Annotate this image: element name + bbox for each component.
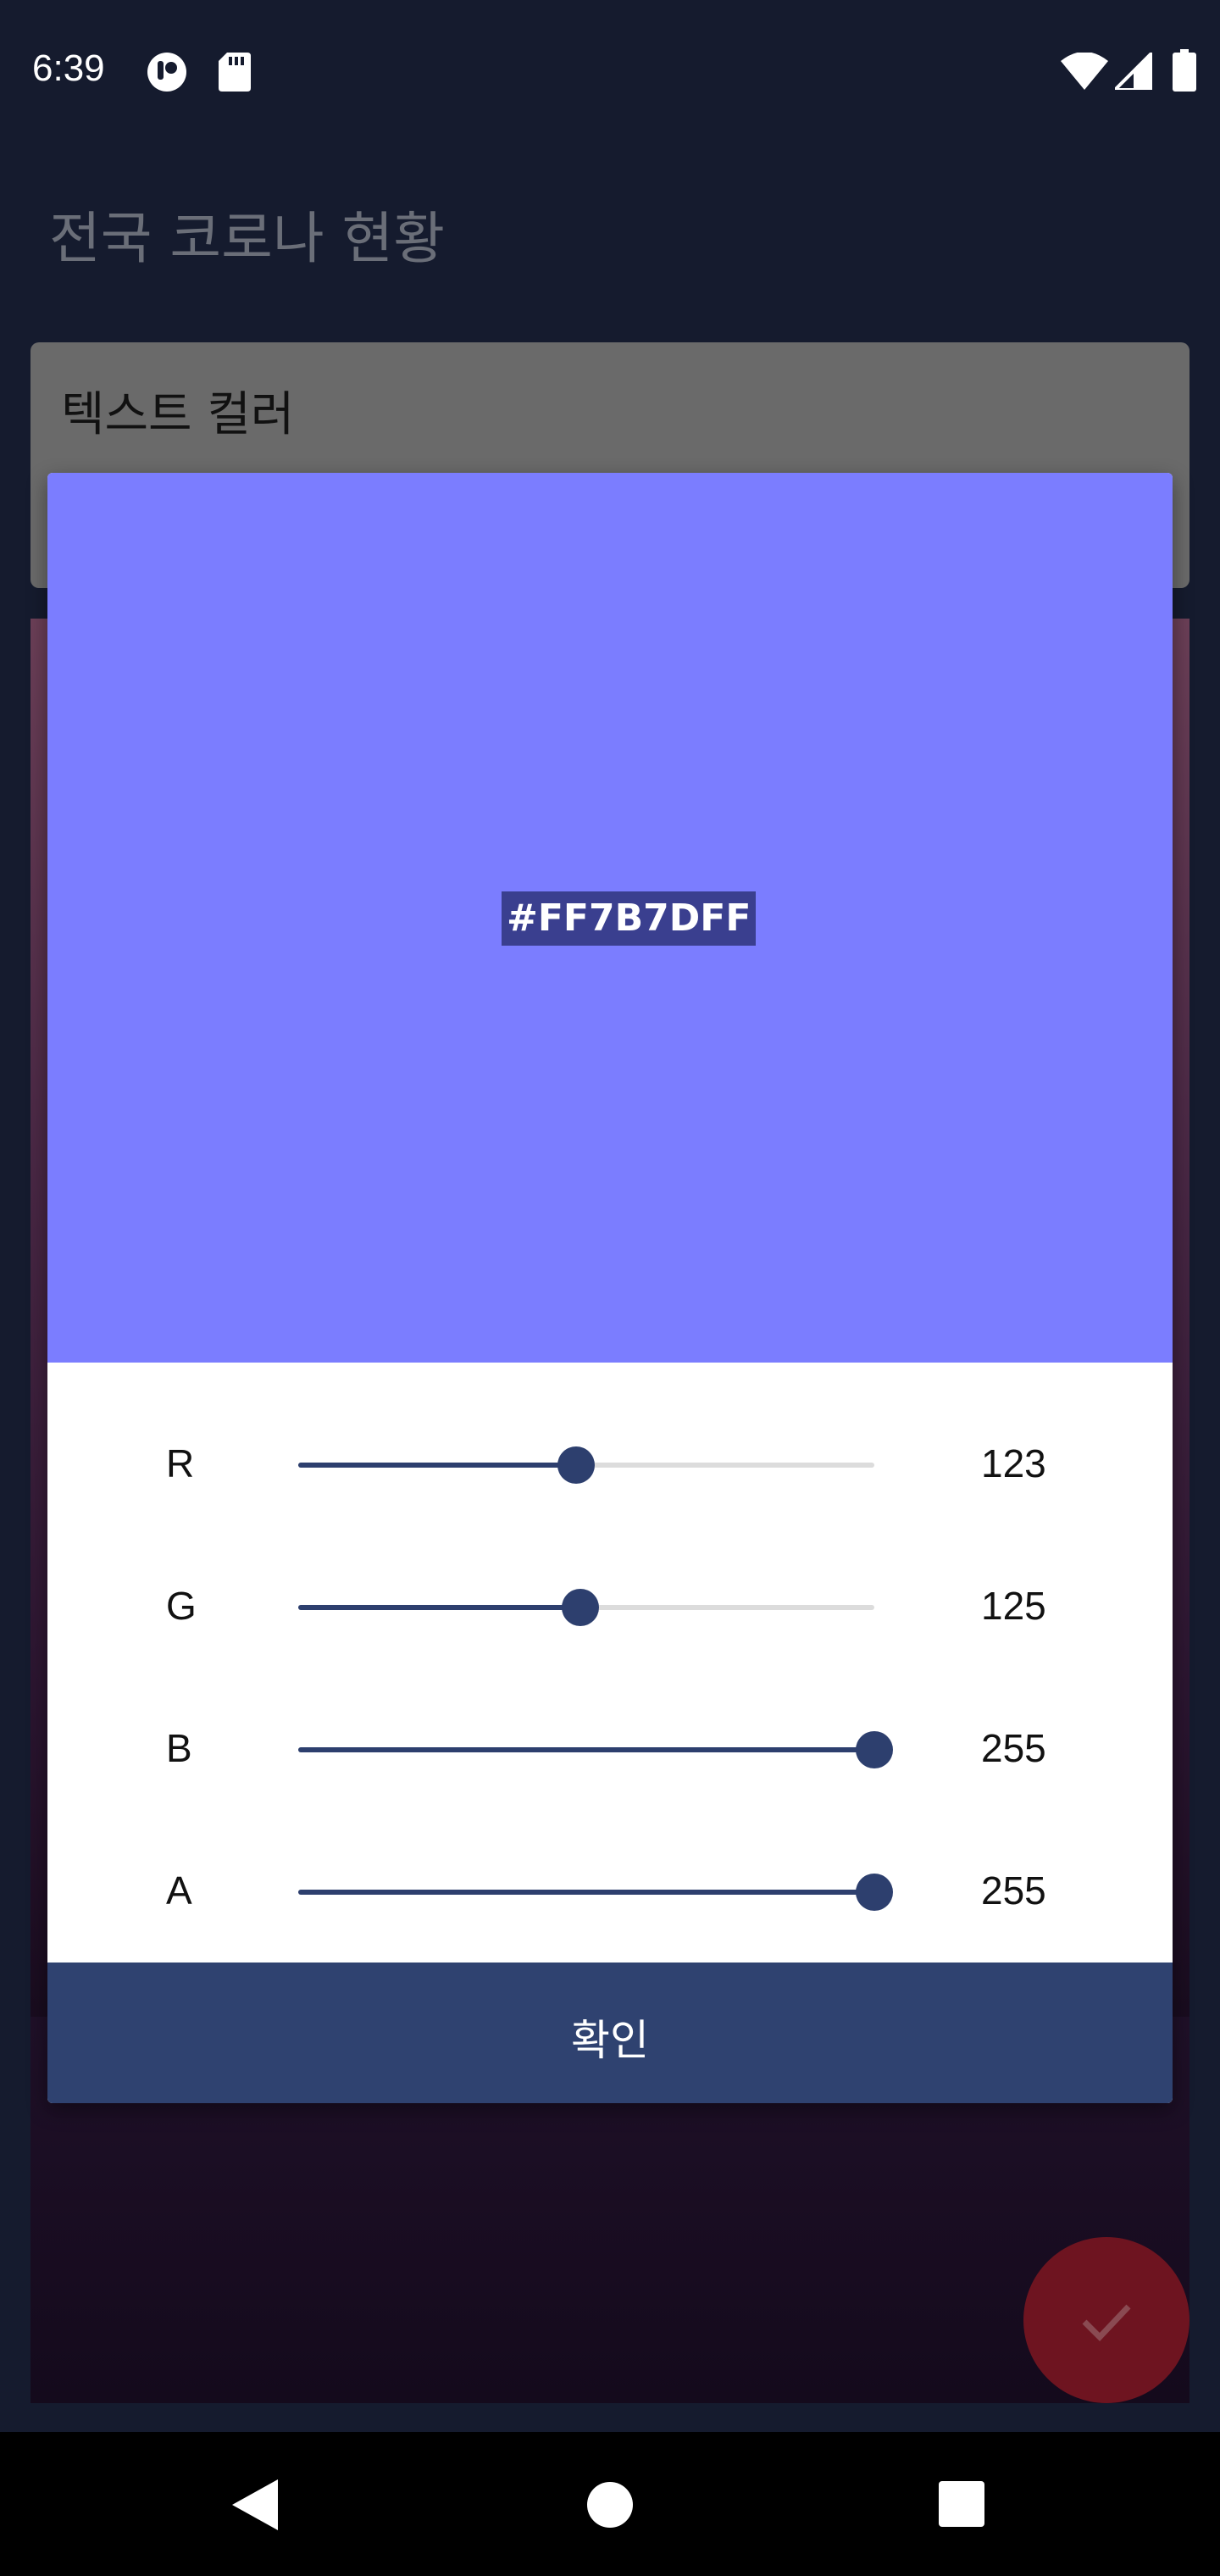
- slider-fill: [298, 1747, 874, 1752]
- slider-thumb[interactable]: [562, 1589, 599, 1626]
- slider-value: 255: [981, 1726, 1046, 1770]
- navigation-bar: [0, 2432, 1220, 2576]
- wifi-icon: [1061, 52, 1108, 93]
- slider-fill: [298, 1605, 580, 1610]
- slider-value: 123: [981, 1441, 1046, 1485]
- blue-slider[interactable]: [298, 1731, 893, 1768]
- sd-card-icon: [219, 53, 251, 95]
- status-time: 6:39: [32, 47, 105, 89]
- app-title: 전국 코로나 현황: [49, 206, 445, 271]
- slider-fill: [298, 1890, 874, 1895]
- slider-label: R: [166, 1441, 195, 1485]
- confirm-button[interactable]: 확인: [47, 1963, 1173, 2103]
- color-picker-dialog: #FF7B7DFF R 123 G 125 B 255 A 255 확인: [47, 473, 1173, 2103]
- slider-thumb[interactable]: [856, 1874, 893, 1911]
- confirm-fab[interactable]: [1023, 2237, 1190, 2403]
- slider-thumb[interactable]: [557, 1446, 595, 1484]
- check-icon: [1082, 2304, 1131, 2342]
- slider-fill: [298, 1463, 576, 1468]
- slider-row-b-channel: B 255: [47, 1700, 1173, 1802]
- confirm-button-label: 확인: [571, 2016, 649, 2065]
- app-notification-icon: [146, 51, 188, 97]
- slider-row-a-channel: A 255: [47, 1842, 1173, 1944]
- slider-label: A: [166, 1868, 192, 1913]
- slider-label: B: [166, 1726, 192, 1770]
- slider-row-r-channel: R 123: [47, 1415, 1173, 1517]
- status-bar: 6:39: [0, 0, 1220, 146]
- hex-value[interactable]: #FF7B7DFF: [502, 891, 757, 946]
- cell-signal-icon: [1111, 48, 1154, 93]
- home-circle-icon[interactable]: [586, 2481, 634, 2532]
- green-slider[interactable]: [298, 1589, 874, 1626]
- slider-label: G: [166, 1584, 197, 1628]
- back-triangle-icon[interactable]: [232, 2479, 278, 2534]
- slider-value: 125: [981, 1584, 1046, 1628]
- slider-thumb[interactable]: [856, 1731, 893, 1768]
- color-preview: #FF7B7DFF: [47, 473, 1173, 1363]
- screen: 6:39 전국 코로나 현황 텍스트 컬러 #FF7B7DFF R 123 G …: [0, 0, 1220, 2576]
- slider-row-g-channel: G 125: [47, 1557, 1173, 1659]
- alpha-slider[interactable]: [298, 1874, 893, 1911]
- red-slider[interactable]: [298, 1446, 874, 1484]
- text-color-card-title: 텍스트 컬러: [61, 387, 295, 442]
- slider-value: 255: [981, 1868, 1046, 1913]
- recents-square-icon[interactable]: [939, 2481, 984, 2530]
- battery-icon: [1173, 49, 1196, 95]
